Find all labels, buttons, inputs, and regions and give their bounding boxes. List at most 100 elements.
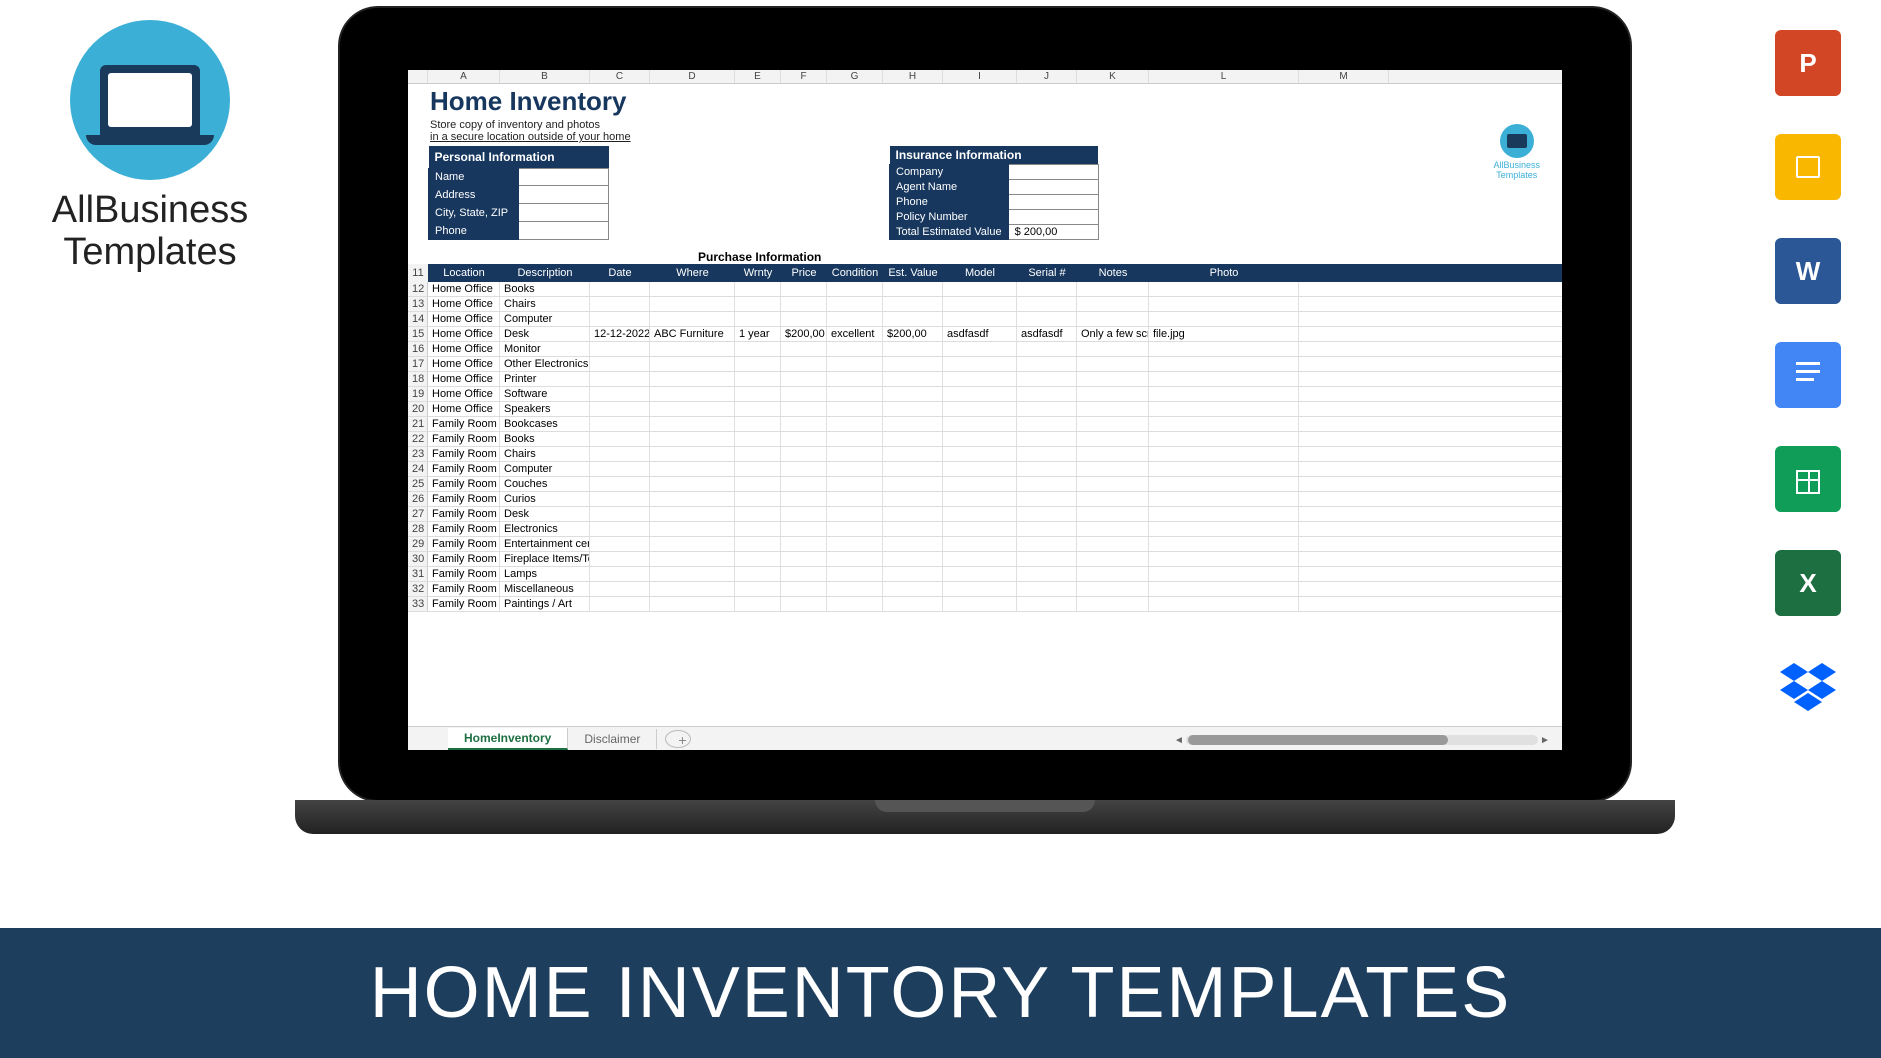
cell[interactable]: Home Office bbox=[428, 372, 500, 386]
cell[interactable]: Software bbox=[500, 387, 590, 401]
cell[interactable] bbox=[943, 357, 1017, 371]
cell[interactable] bbox=[650, 357, 735, 371]
cell[interactable] bbox=[1077, 417, 1149, 431]
cell[interactable] bbox=[1017, 357, 1077, 371]
cell[interactable]: excellent bbox=[827, 327, 883, 341]
cell[interactable]: file.jpg bbox=[1149, 327, 1299, 341]
cell[interactable] bbox=[1149, 552, 1299, 566]
cell[interactable] bbox=[735, 522, 781, 536]
personal-field-input[interactable] bbox=[519, 204, 609, 222]
cell[interactable] bbox=[1017, 312, 1077, 326]
cell[interactable] bbox=[650, 297, 735, 311]
row-number[interactable]: 18 bbox=[408, 372, 428, 386]
cell[interactable] bbox=[1077, 402, 1149, 416]
cell[interactable] bbox=[735, 387, 781, 401]
cell[interactable] bbox=[943, 297, 1017, 311]
personal-field-input[interactable] bbox=[519, 222, 609, 240]
cell[interactable] bbox=[735, 582, 781, 596]
cell[interactable] bbox=[883, 402, 943, 416]
insurance-field-value[interactable] bbox=[1008, 195, 1098, 210]
excel-icon[interactable]: X bbox=[1775, 550, 1841, 616]
cell[interactable]: 12-12-2022 bbox=[590, 327, 650, 341]
cell[interactable] bbox=[1149, 582, 1299, 596]
cell[interactable]: Chairs bbox=[500, 447, 590, 461]
cell[interactable] bbox=[1077, 372, 1149, 386]
cell[interactable]: Monitor bbox=[500, 342, 590, 356]
column-header[interactable]: G bbox=[827, 70, 883, 83]
cell[interactable] bbox=[590, 417, 650, 431]
cell[interactable] bbox=[1149, 522, 1299, 536]
cell[interactable] bbox=[943, 567, 1017, 581]
cell[interactable] bbox=[781, 447, 827, 461]
cell[interactable]: Other Electronics bbox=[500, 357, 590, 371]
word-icon[interactable]: W bbox=[1775, 238, 1841, 304]
cell[interactable]: Home Office bbox=[428, 282, 500, 296]
cell[interactable] bbox=[1149, 462, 1299, 476]
row-number[interactable]: 14 bbox=[408, 312, 428, 326]
cell[interactable]: Home Office bbox=[428, 312, 500, 326]
cell[interactable] bbox=[883, 417, 943, 431]
column-header[interactable]: I bbox=[943, 70, 1017, 83]
cell[interactable] bbox=[1149, 537, 1299, 551]
cell[interactable] bbox=[590, 282, 650, 296]
cell[interactable] bbox=[1149, 417, 1299, 431]
cell[interactable] bbox=[781, 372, 827, 386]
column-header[interactable] bbox=[408, 70, 428, 83]
cell[interactable] bbox=[781, 552, 827, 566]
cell[interactable] bbox=[883, 447, 943, 461]
cell[interactable]: Family Room bbox=[428, 597, 500, 611]
powerpoint-icon[interactable]: P bbox=[1775, 30, 1841, 96]
cell[interactable] bbox=[650, 312, 735, 326]
cell[interactable] bbox=[650, 537, 735, 551]
cell[interactable] bbox=[883, 387, 943, 401]
cell[interactable] bbox=[590, 387, 650, 401]
cell[interactable] bbox=[1077, 387, 1149, 401]
cell[interactable]: Paintings / Art bbox=[500, 597, 590, 611]
row-number[interactable]: 26 bbox=[408, 492, 428, 506]
cell[interactable] bbox=[1077, 477, 1149, 491]
cell[interactable]: Family Room bbox=[428, 432, 500, 446]
cell[interactable] bbox=[1149, 387, 1299, 401]
cell[interactable] bbox=[735, 372, 781, 386]
cell[interactable] bbox=[1077, 582, 1149, 596]
cell[interactable] bbox=[1077, 342, 1149, 356]
insurance-field-value[interactable]: $ 200,00 bbox=[1008, 225, 1098, 240]
cell[interactable] bbox=[1017, 597, 1077, 611]
cell[interactable] bbox=[1017, 297, 1077, 311]
cell[interactable] bbox=[590, 372, 650, 386]
cell[interactable] bbox=[827, 597, 883, 611]
cell[interactable] bbox=[590, 447, 650, 461]
cell[interactable] bbox=[1017, 567, 1077, 581]
cell[interactable] bbox=[827, 462, 883, 476]
cell[interactable]: Family Room bbox=[428, 537, 500, 551]
cell[interactable] bbox=[1077, 567, 1149, 581]
cell[interactable] bbox=[1017, 522, 1077, 536]
cell[interactable] bbox=[1149, 507, 1299, 521]
cell[interactable]: 1 year bbox=[735, 327, 781, 341]
cell[interactable] bbox=[827, 537, 883, 551]
row-number[interactable]: 29 bbox=[408, 537, 428, 551]
cell[interactable] bbox=[781, 522, 827, 536]
cell[interactable]: asdfasdf bbox=[1017, 327, 1077, 341]
cell[interactable]: Home Office bbox=[428, 342, 500, 356]
cell[interactable] bbox=[781, 297, 827, 311]
cell[interactable] bbox=[1149, 282, 1299, 296]
cell[interactable] bbox=[1017, 417, 1077, 431]
cell[interactable]: Family Room bbox=[428, 507, 500, 521]
cell[interactable] bbox=[883, 282, 943, 296]
column-header[interactable]: E bbox=[735, 70, 781, 83]
cell[interactable] bbox=[781, 402, 827, 416]
cell[interactable] bbox=[1077, 597, 1149, 611]
cell[interactable] bbox=[883, 492, 943, 506]
cell[interactable] bbox=[1149, 477, 1299, 491]
cell[interactable] bbox=[735, 507, 781, 521]
personal-field-input[interactable] bbox=[519, 186, 609, 204]
scroll-thumb[interactable] bbox=[1188, 735, 1448, 745]
cell[interactable] bbox=[1017, 282, 1077, 296]
cell[interactable]: Only a few scratches bbox=[1077, 327, 1149, 341]
cell[interactable] bbox=[735, 282, 781, 296]
cell[interactable]: Entertainment center bbox=[500, 537, 590, 551]
cell[interactable] bbox=[883, 342, 943, 356]
column-header[interactable]: K bbox=[1077, 70, 1149, 83]
column-header[interactable]: A bbox=[428, 70, 500, 83]
